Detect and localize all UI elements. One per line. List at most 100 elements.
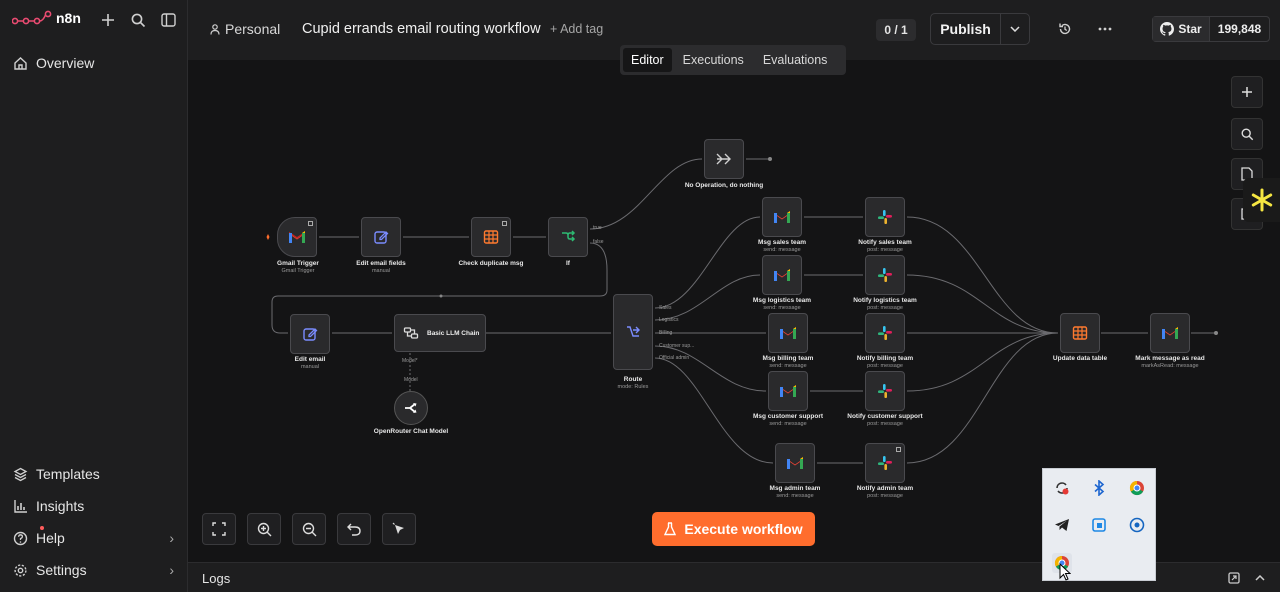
telegram-icon[interactable] (1052, 515, 1072, 535)
pin-icon (502, 221, 507, 226)
route-output-label: Sales (659, 305, 672, 311)
table-icon (483, 230, 499, 244)
node-noop[interactable] (704, 139, 744, 179)
node-label: Notify billing team post: message (856, 355, 914, 370)
panel-toggle-icon[interactable] (158, 10, 178, 30)
chain-icon (403, 327, 419, 339)
sidebar-item-label: Settings (36, 562, 87, 578)
node-edit-email[interactable] (290, 314, 330, 354)
zoom-to-fit-button[interactable] (202, 513, 236, 545)
undo-button[interactable] (337, 513, 371, 545)
canvas-search-button[interactable] (1231, 118, 1263, 150)
user-icon (210, 23, 220, 35)
node-label: Mark message as read markAsRead: message (1135, 355, 1205, 370)
route-output-label: Billing (659, 330, 673, 336)
node-notify-sales[interactable] (865, 197, 905, 237)
arrow-right-icon (716, 153, 731, 165)
route-output-label: Logistics (659, 317, 679, 323)
tab-editor[interactable]: Editor (623, 48, 672, 72)
asterisk-icon (1251, 188, 1272, 212)
port-label-model: Model (404, 377, 418, 383)
gmail-icon (1162, 327, 1178, 339)
branch-icon (562, 230, 576, 242)
github-star[interactable]: Star (1153, 17, 1210, 41)
add-icon[interactable] (98, 10, 118, 30)
chrome-icon[interactable] (1127, 478, 1147, 498)
zoom-out-icon (302, 522, 316, 536)
node-notify-logistics[interactable] (865, 255, 905, 295)
history-icon[interactable] (1056, 20, 1074, 38)
more-icon[interactable] (1096, 20, 1114, 38)
node-edit-email-fields[interactable] (361, 217, 401, 257)
tab-evaluations[interactable]: Evaluations (755, 48, 836, 72)
node-msg-admin[interactable] (775, 443, 815, 483)
node-notify-admin[interactable] (865, 443, 905, 483)
publish-button[interactable]: Publish (931, 14, 1001, 44)
node-title: Basic LLM Chain (427, 329, 480, 337)
node-msg-logistics[interactable] (762, 255, 802, 295)
plus-icon (1242, 87, 1252, 97)
popout-icon[interactable] (1228, 572, 1240, 584)
vpn-icon[interactable] (1127, 515, 1147, 535)
tidy-up-button[interactable] (382, 513, 416, 545)
gmail-icon (774, 269, 790, 281)
sidebar-item-overview[interactable]: Overview (12, 52, 178, 74)
n8n-logo-icon (12, 10, 52, 25)
node-msg-sales[interactable] (762, 197, 802, 237)
zoom-out-button[interactable] (292, 513, 326, 545)
switch-icon (627, 326, 640, 337)
app-name: n8n (56, 10, 81, 26)
sidebar-item-settings[interactable]: Settings › (12, 559, 178, 581)
node-notify-billing[interactable] (865, 313, 905, 353)
sidebar-item-insights[interactable]: Insights (12, 495, 178, 517)
screenshot-tool-icon[interactable] (1089, 515, 1109, 535)
port-label-false: false (593, 239, 604, 245)
github-star-button[interactable]: Star 199,848 (1152, 16, 1270, 42)
extension-widget[interactable] (1243, 178, 1280, 222)
bluetooth-icon[interactable] (1089, 478, 1109, 498)
node-check-duplicate[interactable] (471, 217, 511, 257)
workflow-title[interactable]: Cupid errands email routing workflow (302, 21, 541, 37)
node-mark-read[interactable] (1150, 313, 1190, 353)
version-counter: 0 / 1 (876, 19, 916, 41)
add-tag-button[interactable]: + Add tag (550, 22, 603, 36)
sidebar: n8n Overview Templates Insights Help › S… (0, 0, 188, 592)
node-label: Msg sales team send: message (757, 239, 807, 254)
star-label: Star (1178, 22, 1202, 36)
gmail-icon (774, 211, 790, 223)
sidebar-item-label: Help (36, 530, 65, 546)
execute-workflow-button[interactable]: Execute workflow (652, 512, 815, 546)
breadcrumb-project[interactable]: Personal (210, 21, 280, 37)
node-update-data-table[interactable] (1060, 313, 1100, 353)
view-tabs: Editor Executions Evaluations (620, 45, 846, 75)
sidebar-item-templates[interactable]: Templates (12, 463, 178, 485)
publish-dropdown[interactable] (1001, 14, 1029, 44)
sidebar-item-label: Insights (36, 498, 85, 514)
node-if[interactable] (548, 217, 588, 257)
search-icon[interactable] (128, 10, 148, 30)
node-route[interactable] (613, 294, 653, 370)
project-name: Personal (225, 21, 281, 37)
node-msg-customer-support[interactable] (768, 371, 808, 411)
zoom-in-button[interactable] (247, 513, 281, 545)
node-openrouter-chat-model[interactable] (394, 391, 428, 425)
edit-icon (303, 328, 318, 341)
chevron-up-icon[interactable] (1255, 575, 1265, 581)
add-node-button[interactable] (1231, 76, 1263, 108)
tab-executions[interactable]: Executions (675, 48, 752, 72)
node-msg-billing[interactable] (768, 313, 808, 353)
node-basic-llm-chain[interactable]: Basic LLM Chain (394, 314, 486, 352)
node-label: Notify customer support post: message (847, 413, 923, 428)
home-icon (12, 55, 28, 71)
sidebar-item-help[interactable]: Help › (12, 526, 178, 549)
n8n-logo[interactable]: n8n (12, 10, 81, 26)
node-gmail-trigger[interactable] (277, 217, 317, 257)
node-label: OpenRouter Chat Model (373, 428, 449, 435)
openrouter-icon (405, 403, 417, 413)
node-notify-customer-support[interactable] (865, 371, 905, 411)
slack-icon (878, 456, 892, 470)
logs-label: Logs (202, 571, 231, 586)
sync-icon[interactable] (1052, 478, 1072, 498)
github-icon (1160, 22, 1175, 36)
cursor-sparkle-icon (392, 522, 404, 534)
